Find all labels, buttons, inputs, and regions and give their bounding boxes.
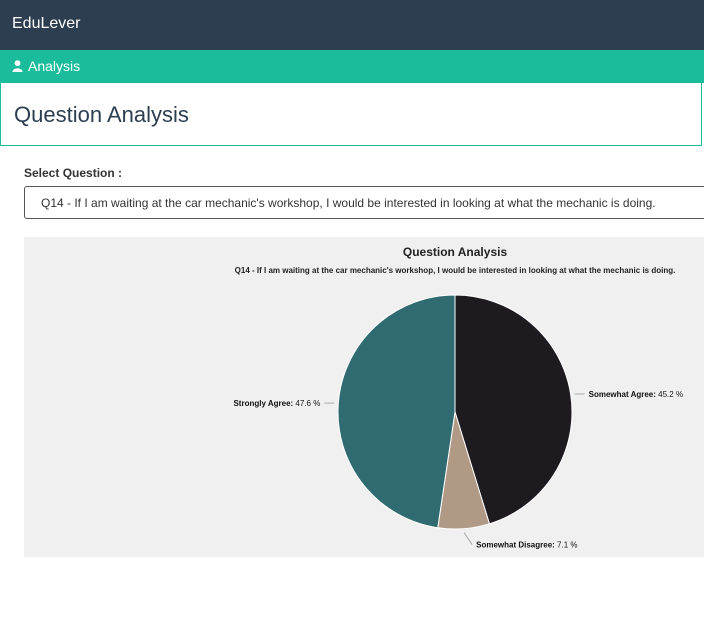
page-title: Question Analysis bbox=[14, 102, 189, 127]
top-navbar: EduLever bbox=[0, 0, 704, 50]
pie-data-label: Strongly Agree: 47.6 % bbox=[233, 399, 320, 408]
pie-svg: Somewhat Agree: 45.2 % Somewhat Disagree:… bbox=[233, 294, 683, 550]
tab-analysis-label: Analysis bbox=[28, 58, 81, 74]
pie-slice-strongly-agree[interactable] bbox=[337, 294, 456, 529]
tab-bar: Analysis bbox=[0, 50, 704, 83]
pie-data-label: Somewhat Disagree: 7.1 % bbox=[476, 541, 577, 550]
pie-connector bbox=[463, 532, 473, 545]
user-icon bbox=[12, 60, 23, 72]
question-select[interactable]: Q14 - If I am waiting at the car mechani… bbox=[24, 186, 704, 219]
question-select-value: Q14 - If I am waiting at the car mechani… bbox=[41, 196, 656, 210]
select-question-label: Select Question : bbox=[24, 166, 123, 180]
brand-name[interactable]: EduLever bbox=[12, 15, 81, 33]
page-header: Question Analysis bbox=[0, 83, 702, 146]
tab-analysis[interactable]: Analysis bbox=[12, 58, 80, 74]
pie-chart: Question Analysis Q14 - If I am waiting … bbox=[24, 237, 704, 557]
pie-data-label: Somewhat Agree: 45.2 % bbox=[589, 390, 683, 399]
